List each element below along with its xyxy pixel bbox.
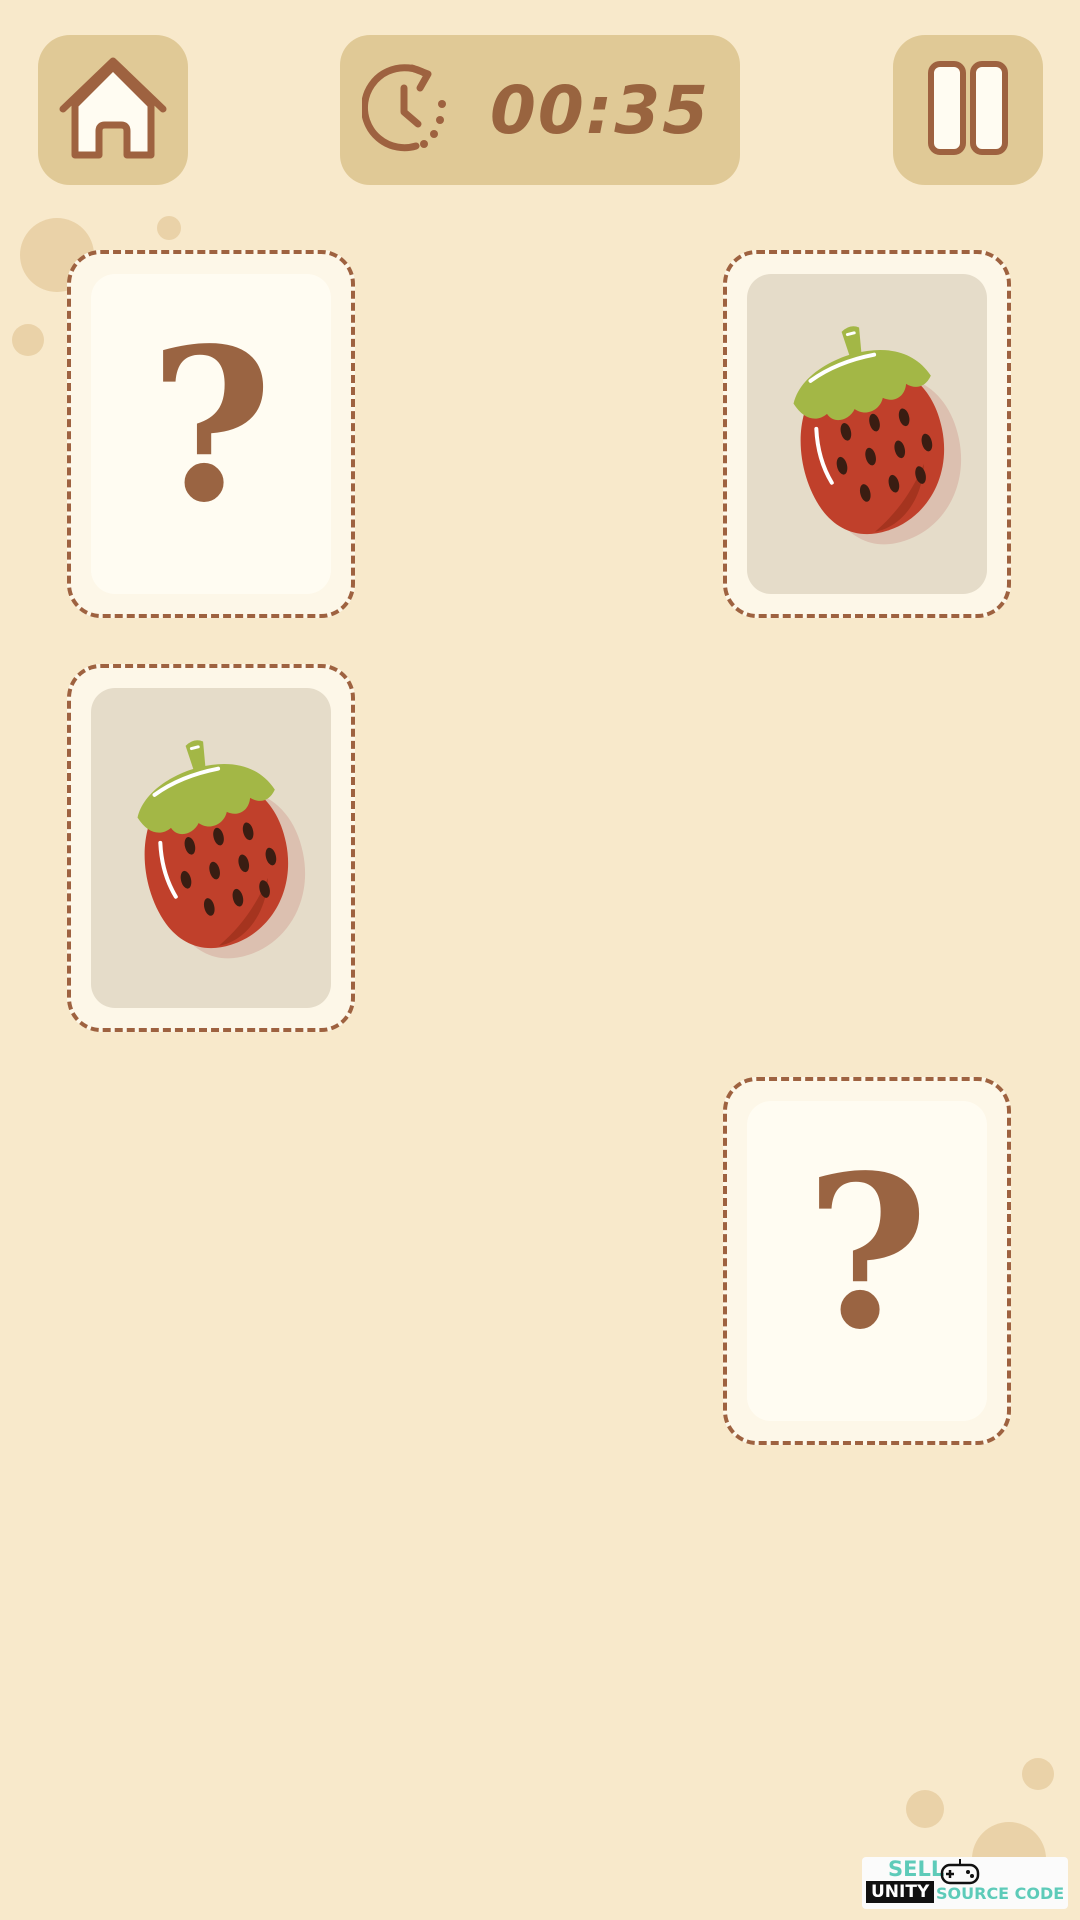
memory-card-revealed[interactable] <box>723 250 1011 618</box>
decor-dot <box>906 1790 944 1828</box>
watermark-source-code: SOURCE CODE <box>936 1884 1065 1903</box>
memory-card-revealed[interactable] <box>67 664 355 1032</box>
timer-panel: 00:35 <box>340 35 740 185</box>
strawberry-icon <box>767 307 967 561</box>
card-face: ? <box>91 274 331 594</box>
watermark-sell: SELL <box>888 1857 945 1881</box>
memory-card-hidden[interactable]: ? <box>723 1077 1011 1445</box>
strawberry-icon <box>111 721 311 975</box>
card-face <box>91 688 331 1008</box>
decor-dot <box>157 216 181 240</box>
pause-button[interactable] <box>893 35 1043 185</box>
timer-value: 00:35 <box>490 71 711 149</box>
card-face <box>747 274 987 594</box>
clock-timer-icon <box>361 62 454 158</box>
decor-dot <box>12 324 44 356</box>
memory-card-hidden[interactable]: ? <box>67 250 355 618</box>
pause-icon <box>923 58 1013 162</box>
watermark-logo: SELL UNITY SOURCE CODE <box>862 1857 1068 1909</box>
question-mark: ? <box>805 1129 929 1376</box>
home-icon <box>57 53 169 167</box>
question-mark: ? <box>149 302 273 549</box>
card-face: ? <box>747 1101 987 1421</box>
watermark-unity: UNITY <box>866 1881 935 1903</box>
decor-dot <box>1022 1758 1054 1790</box>
home-button[interactable] <box>38 35 188 185</box>
